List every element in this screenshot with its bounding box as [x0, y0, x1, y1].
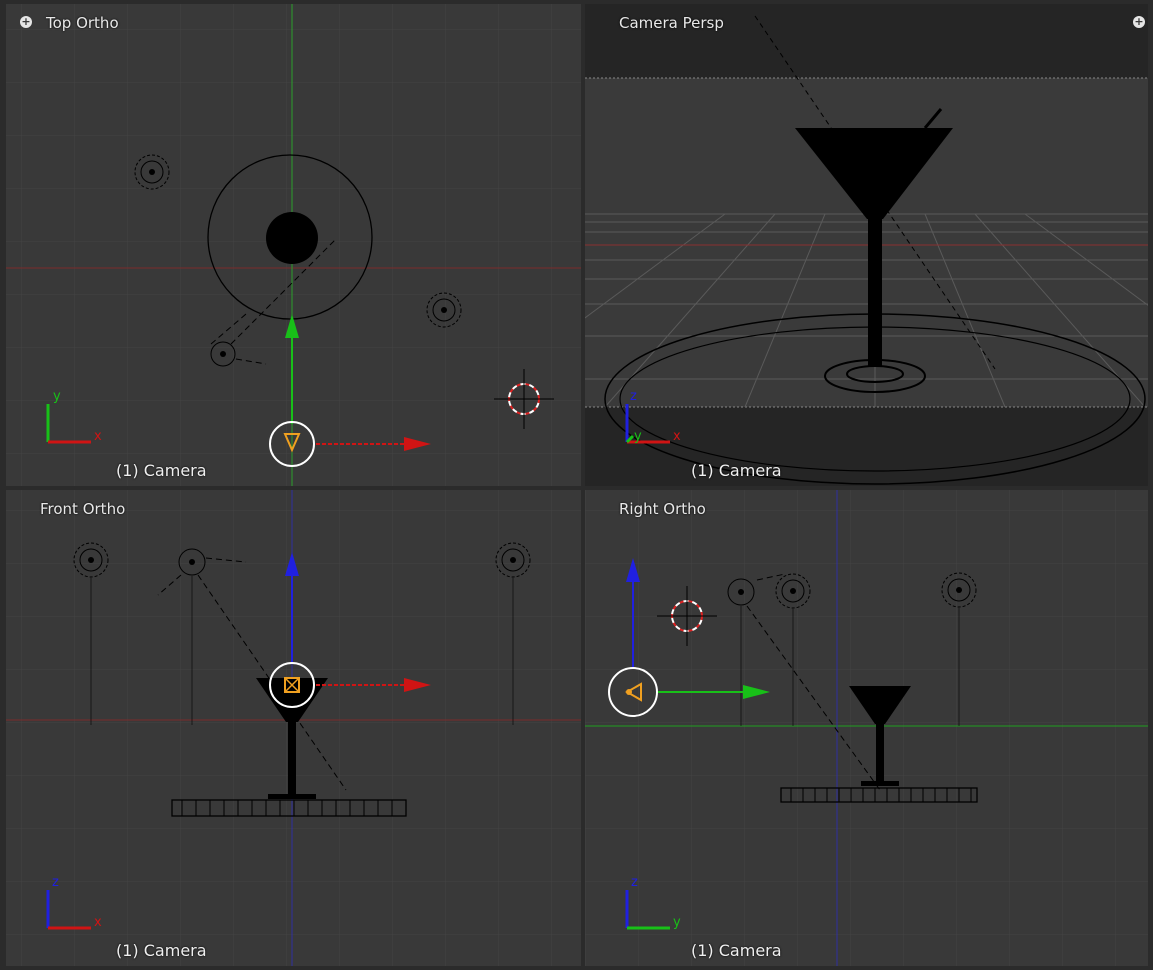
active-object-label: (1) Camera	[116, 941, 207, 960]
axis-label-v: y	[53, 389, 61, 404]
viewport-top-ortho[interactable]: y x + Top Ortho (1) Camera	[6, 4, 581, 486]
viewport-menu-icon[interactable]: +	[1133, 16, 1145, 28]
viewport-right-ortho[interactable]: z y Right Ortho (1) Camera	[585, 490, 1148, 966]
active-object-label: (1) Camera	[691, 941, 782, 960]
axis-label-h: x	[94, 915, 102, 930]
axis-label-h: x	[94, 429, 102, 444]
axis-label-v: z	[52, 875, 59, 890]
viewport-title: Right Ortho	[619, 500, 706, 518]
camera-persp-canvas[interactable]: z y x	[585, 4, 1148, 486]
active-object-label: (1) Camera	[116, 461, 207, 480]
top-ortho-canvas[interactable]: y x	[6, 4, 581, 486]
axis-label-v: z	[631, 875, 638, 890]
glass-stem-disc	[266, 212, 318, 264]
viewport-camera-persp[interactable]: z y x + Camera Persp (1) Camera	[585, 4, 1148, 486]
viewport-menu-icon[interactable]: +	[20, 16, 32, 28]
right-ortho-canvas[interactable]: z y	[585, 490, 1148, 966]
axis-label-v: z	[630, 389, 637, 404]
passepartout-bottom	[585, 407, 1148, 486]
viewport-title: Front Ortho	[40, 500, 126, 518]
viewport-title: Top Ortho	[46, 14, 119, 32]
front-ortho-canvas[interactable]: z x	[6, 490, 581, 966]
viewport-title: Camera Persp	[619, 14, 724, 32]
axis-label-d: y	[634, 429, 642, 444]
viewport-front-ortho[interactable]: z x Front Ortho (1) Camera	[6, 490, 581, 966]
active-object-label: (1) Camera	[691, 461, 782, 480]
axis-label-h: x	[673, 429, 681, 444]
axis-label-h: y	[673, 915, 681, 930]
